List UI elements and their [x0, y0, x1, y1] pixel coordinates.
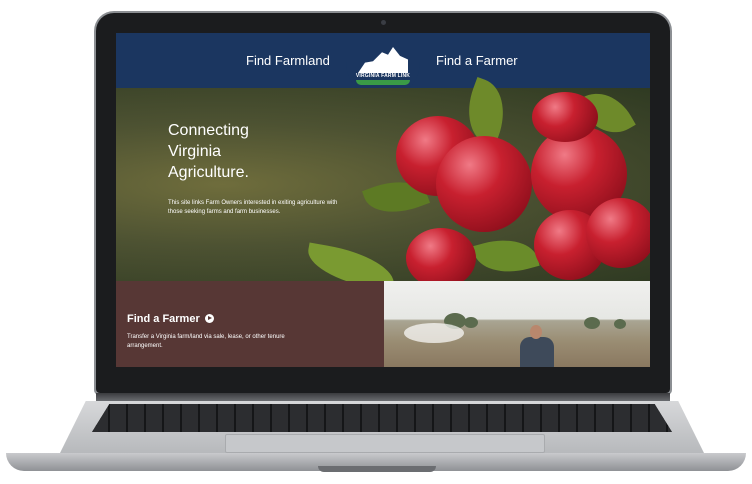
logo-green-stripe — [356, 80, 410, 85]
photo-tree — [584, 317, 600, 329]
nav-find-farmland-link[interactable]: Find Farmland — [246, 53, 330, 68]
hero-banner: Connecting Virginia Agriculture. This si… — [116, 76, 650, 292]
hero-apple — [436, 136, 532, 232]
farmer-head — [530, 325, 542, 339]
find-a-farmer-card[interactable]: Find a Farmer Transfer a Virginia farm/l… — [116, 281, 384, 367]
photo-tree — [464, 317, 478, 328]
hero-title-line: Virginia — [168, 143, 222, 160]
webcam-icon — [381, 20, 386, 25]
laptop-keyboard — [92, 404, 672, 432]
hero-title-line: Connecting — [168, 122, 249, 139]
laptop-hinge — [96, 393, 670, 401]
photo-tree — [614, 319, 626, 329]
arrow-circle-right-icon[interactable] — [205, 314, 214, 323]
card-title[interactable]: Find a Farmer — [127, 313, 200, 325]
hero-leaf — [472, 230, 540, 282]
hero-apple — [406, 228, 476, 288]
hero-title: Connecting Virginia Agriculture. — [168, 120, 308, 183]
nav-find-a-farmer-link[interactable]: Find a Farmer — [436, 53, 518, 68]
photo-mist — [404, 323, 464, 343]
farmer-field-photo — [384, 281, 650, 367]
farmer-figure — [520, 337, 554, 367]
hero-apple — [586, 198, 650, 268]
laptop-base-notch — [318, 466, 436, 472]
card-description: Transfer a Virginia farm/land via sale, … — [127, 334, 285, 349]
hero-subtitle: This site links Farm Owners interested i… — [168, 200, 338, 215]
laptop-screen: Find Farmland Find a Farmer VIRGINIA FAR… — [116, 33, 650, 367]
logo-text: VIRGINIA FARM LINK — [355, 73, 411, 79]
laptop-trackpad — [225, 434, 545, 453]
hero-title-line: Agriculture. — [168, 164, 249, 181]
hero-apple — [532, 92, 598, 142]
